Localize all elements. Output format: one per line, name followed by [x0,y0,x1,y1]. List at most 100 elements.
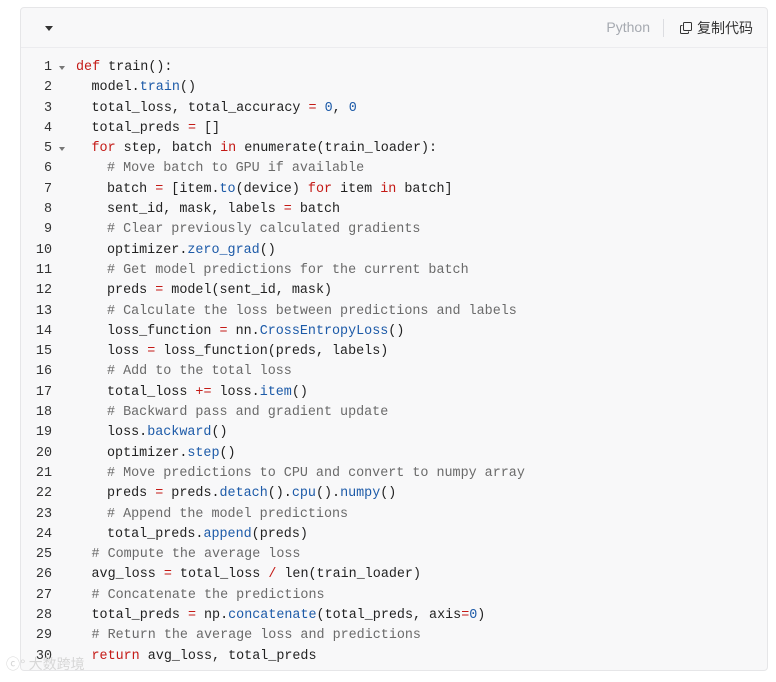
code-token: [item. [163,181,220,197]
code-token: numpy [340,486,381,502]
code-text: preds = preds.detach().cpu().numpy() [107,484,396,504]
code-token: total_preds [91,120,188,136]
code-line: 30 return avg_loss, total_preds [21,647,767,667]
code-token: (preds) [251,526,308,542]
code-line: 13 # Calculate the loss between predictio… [21,302,767,322]
code-token: preds. [163,486,220,502]
header-divider [663,19,664,37]
code-token: CrossEntropyLoss [259,323,389,339]
code-text: model.train() [92,78,196,98]
line-number: 22 [35,486,52,502]
code-line: 25 # Compute the average loss [21,545,767,565]
code-text: # Calculate the loss between predictions… [107,302,517,322]
code-token: batch] [396,181,453,197]
watermark: ⓒ° 大数跨境 [6,654,85,674]
code-token: [] [195,120,221,136]
code-line: 26 avg_loss = total_loss / len(train_load… [21,565,767,585]
code-token: item [259,384,292,400]
code-line: 14 loss_function = nn.CrossEntropyLoss() [21,322,767,342]
code-token: len(train_loader) [276,567,422,583]
code-token: preds [107,486,156,502]
code-text: total_loss += loss.item() [107,383,308,403]
code-token: nn. [227,323,260,339]
code-token: loss_function(preds, labels) [155,344,389,360]
code-token: # Concatenate the predictions [91,587,325,603]
code-token: # Clear previously calculated gradients [107,222,421,238]
line-number: 6 [43,161,52,177]
code-text: for step, batch in enumerate(train_loade… [92,139,438,159]
code-text: batch = [item.to(device) for item in bat… [107,180,453,200]
code-text: # Add to the total loss [107,362,292,382]
code-token: detach [219,486,268,502]
code-token: # Move batch to GPU if available [107,161,365,177]
code-token: step [187,445,220,461]
code-line: 5 for step, batch in enumerate(train_load… [21,139,767,159]
code-text: optimizer.zero_grad() [107,241,276,261]
line-number: 29 [35,628,52,644]
fold-arrow-icon[interactable] [59,66,65,70]
code-token: () [380,486,397,502]
code-token: total_preds. [107,526,204,542]
code-token: batch [107,181,156,197]
code-token: 0 [324,100,333,116]
code-token: = [163,567,172,583]
line-number: 24 [35,526,52,542]
code-token: # Append the model predictions [107,506,349,522]
fold-arrow-icon[interactable] [59,147,65,152]
line-number: 17 [35,384,52,400]
code-token: def [76,60,101,75]
code-line: 21 # Move predictions to CPU and convert … [21,464,767,484]
collapse-toggle-icon[interactable] [41,20,57,36]
watermark-logo-icon: ⓒ° [6,656,26,672]
line-number: 13 [35,303,52,319]
code-text: loss_function = nn.CrossEntropyLoss() [107,322,404,342]
code-line: 24 total_preds.append(preds) [21,525,767,545]
code-token: in [220,141,237,157]
code-token: avg_loss [91,567,164,583]
code-line: 6 # Move batch to GPU if available [21,159,767,179]
line-number: 18 [35,405,52,421]
line-number: 3 [43,100,52,116]
code-text: total_preds = [] [92,119,221,139]
code-token: zero_grad [187,242,260,258]
code-token: loss [107,344,148,360]
code-line: 15 loss = loss_function(preds, labels) [21,342,767,362]
line-number: 23 [35,506,52,522]
code-token: = [219,323,228,339]
code-content[interactable]: 1 def train(): 2 model.train() 3 total_loss, … [21,58,767,667]
code-text: optimizer.step() [107,444,236,464]
code-text: # Clear previously calculated gradients [107,220,420,240]
copy-code-button[interactable]: 复制代码 [680,18,753,38]
code-token: preds [107,283,156,299]
code-text: # Return the average loss and prediction… [92,626,421,646]
code-line: 10 optimizer.zero_grad() [21,241,767,261]
line-number: 25 [35,547,52,563]
code-line: 22 preds = preds.detach().cpu().numpy() [21,484,767,504]
code-token: = [187,608,196,624]
code-token: for [91,141,116,157]
code-block: Python 复制代码 1 def train(): 2 model.train() 3… [20,7,768,671]
code-line: 3 total_loss, total_accuracy = 0, 0 [21,99,767,119]
line-number: 26 [35,567,52,583]
code-token: np. [195,608,229,624]
line-number: 27 [35,587,52,603]
code-line: 29 # Return the average loss and predicti… [21,626,767,646]
code-token: append [203,526,252,542]
code-token: total_preds [91,608,188,624]
code-token: () [388,323,405,339]
line-number: 16 [35,364,52,380]
code-line: 18 # Backward pass and gradient update [21,403,767,423]
line-number: 1 [43,60,52,75]
code-token: (). [267,486,292,502]
line-number: 21 [35,465,52,481]
code-line: 20 optimizer.step() [21,444,767,464]
code-token: total_loss [107,384,196,400]
code-token: # Add to the total loss [107,364,292,380]
code-text: loss = loss_function(preds, labels) [107,342,388,362]
code-token: 0 [348,100,357,116]
code-token: train(): [100,60,173,75]
code-line: 12 preds = model(sent_id, mask) [21,281,767,301]
code-text: # Move batch to GPU if available [107,159,364,179]
code-line: 23 # Append the model predictions [21,505,767,525]
